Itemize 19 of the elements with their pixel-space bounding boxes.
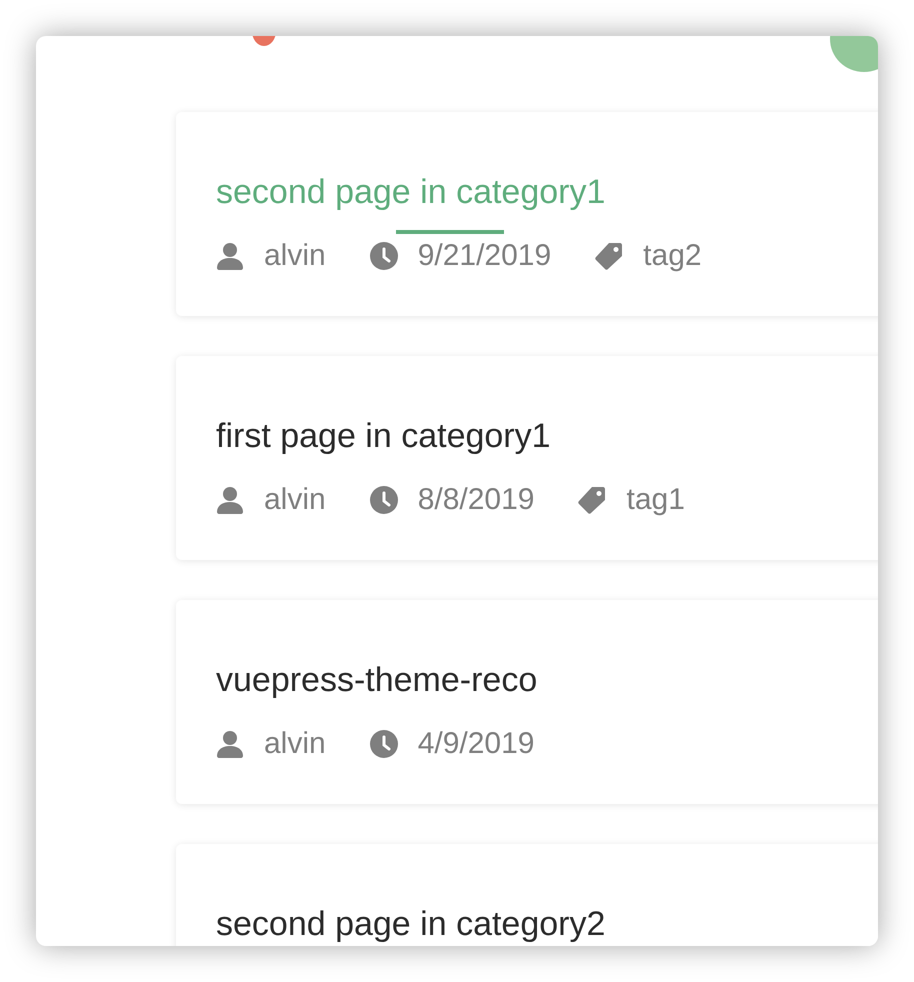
clock-icon	[370, 730, 398, 758]
clock-icon	[370, 242, 398, 270]
clock-icon	[370, 486, 398, 514]
user-icon	[216, 730, 244, 758]
post-date: 4/9/2019	[418, 726, 534, 762]
post-title-link[interactable]: first page in category1	[216, 414, 551, 458]
author-name: alvin	[264, 726, 326, 762]
tag-label[interactable]: tag1	[626, 482, 685, 518]
author-name: alvin	[264, 482, 326, 518]
post-title-link[interactable]: second page in category2	[216, 902, 606, 946]
tag-icon	[595, 242, 624, 270]
user-icon	[216, 486, 244, 514]
post-date: 8/8/2019	[418, 482, 534, 518]
post-title-link[interactable]: vuepress-theme-reco	[216, 658, 538, 702]
user-icon	[216, 242, 244, 270]
tag-icon	[578, 486, 606, 514]
post-date: 9/21/2019	[418, 238, 552, 274]
tag-label[interactable]: tag2	[643, 238, 702, 274]
author-name: alvin	[264, 238, 326, 274]
